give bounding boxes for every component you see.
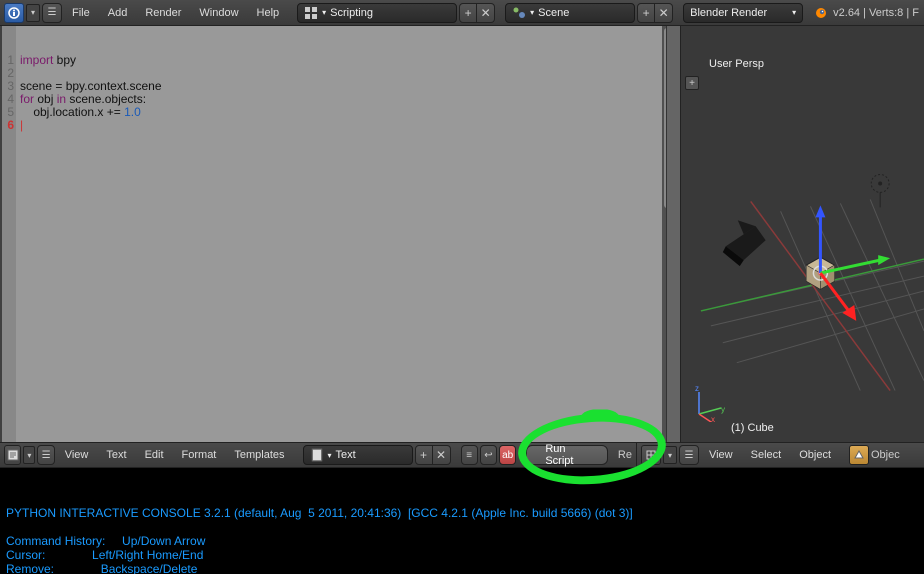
run-script-button[interactable]: Run Script — [526, 445, 608, 465]
text-remove-button[interactable]: ✕ — [433, 445, 451, 465]
register-label: Re — [618, 449, 632, 461]
text-datablock-selector[interactable]: ▾ Text — [303, 445, 413, 465]
viewport-menu-select[interactable]: Select — [743, 449, 790, 461]
layout-remove-button[interactable]: ✕ — [477, 3, 495, 23]
layout-icon — [304, 6, 318, 20]
text-collapse-menus-icon[interactable]: ☰ — [37, 445, 54, 465]
layout-add-remove: + ✕ — [459, 3, 495, 23]
render-engine-selector[interactable]: Blender Render ▾ — [683, 3, 803, 23]
scene-selector[interactable]: ▾ Scene — [505, 3, 635, 23]
console-help-0: Command History: Up/Down Arrow — [6, 534, 205, 548]
scene-remove-button[interactable]: ✕ — [655, 3, 673, 23]
camera-icon — [723, 220, 766, 266]
mode-icon[interactable] — [849, 445, 869, 465]
lamp-icon — [871, 174, 889, 207]
text-menu-templates[interactable]: Templates — [226, 449, 292, 461]
editor-type-text-icon[interactable] — [4, 445, 21, 465]
text-minimap — [666, 26, 680, 442]
middle-area: 1 2 3 4 5 6 import bpy scene = bpy.conte… — [0, 26, 924, 442]
viewport-3d[interactable]: User Persp + — [680, 26, 924, 442]
axis-widget-icon: z y x — [691, 382, 731, 422]
text-menu-view[interactable]: View — [57, 449, 97, 461]
menu-render[interactable]: Render — [137, 7, 189, 19]
text-menu-edit[interactable]: Edit — [137, 449, 172, 461]
python-console[interactable]: PYTHON INTERACTIVE CONSOLE 3.2.1 (defaul… — [0, 468, 924, 574]
menu-add[interactable]: Add — [100, 7, 136, 19]
viewport-menu-view[interactable]: View — [701, 449, 741, 461]
svg-text:x: x — [711, 415, 715, 422]
cube-object[interactable] — [806, 205, 890, 321]
menu-help[interactable]: Help — [249, 7, 288, 19]
text-add-button[interactable]: + — [415, 445, 433, 465]
menu-window[interactable]: Window — [191, 7, 246, 19]
mode-label: Objec — [871, 449, 900, 461]
blender-logo-icon — [813, 6, 827, 20]
text-menu-text[interactable]: Text — [98, 449, 134, 461]
text-editor-type-dropdown-icon[interactable]: ▾ — [23, 446, 35, 464]
viewport-type-dropdown-icon[interactable]: ▾ — [663, 446, 677, 464]
viewport-menu-object[interactable]: Object — [791, 449, 839, 461]
svg-text:y: y — [721, 405, 725, 414]
svg-text:z: z — [695, 384, 699, 393]
menu-file[interactable]: File — [64, 7, 98, 19]
text-editor-header: ▾ ☰ View Text Edit Format Templates ▾ Te… — [0, 442, 636, 468]
scene-label: Scene — [538, 7, 569, 19]
viewport-collapse-menus-icon[interactable]: ☰ — [679, 445, 699, 465]
editor-type-info-icon[interactable] — [4, 3, 24, 23]
scene-add-button[interactable]: + — [637, 3, 655, 23]
word-wrap-toggle-icon[interactable]: ↩ — [480, 445, 497, 465]
viewport-header: ▾ ☰ View Select Object Objec — [636, 442, 924, 468]
text-editor-canvas[interactable]: 1 2 3 4 5 6 import bpy scene = bpy.conte… — [2, 26, 678, 442]
line-numbers-toggle-icon[interactable]: ≡ — [461, 445, 478, 465]
scene-icon — [512, 6, 526, 20]
scene-add-remove: + ✕ — [637, 3, 673, 23]
code-content[interactable]: import bpy scene = bpy.context.scenefor … — [16, 26, 662, 442]
text-datablock-name: Text — [336, 449, 356, 461]
viewport-footer-text: (1) Cube — [731, 422, 774, 434]
text-menu-format[interactable]: Format — [174, 449, 225, 461]
syntax-highlight-toggle-icon[interactable]: ab — [499, 445, 516, 465]
text-editor-area: 1 2 3 4 5 6 import bpy scene = bpy.conte… — [0, 26, 680, 442]
console-help-1: Cursor: Left/Right Home/End — [6, 548, 203, 562]
render-engine-label: Blender Render — [690, 7, 767, 19]
editors-footer-row: ▾ ☰ View Text Edit Format Templates ▾ Te… — [0, 442, 924, 468]
editor-type-dropdown-icon[interactable]: ▾ — [26, 4, 40, 22]
line-number-gutter: 1 2 3 4 5 6 — [2, 26, 16, 442]
version-text: v2.64 | Verts:8 | F — [833, 7, 919, 19]
console-banner: PYTHON INTERACTIVE CONSOLE 3.2.1 (defaul… — [6, 506, 633, 520]
console-help-2: Remove: Backspace/Delete — [6, 562, 197, 574]
text-datablock-icon — [310, 448, 324, 462]
layout-selector[interactable]: ▾ Scripting — [297, 3, 457, 23]
editor-type-3dview-icon[interactable] — [641, 445, 661, 465]
text-add-remove: + ✕ — [415, 445, 451, 465]
layout-label: Scripting — [330, 7, 373, 19]
info-header: ▾ ☰ File Add Render Window Help ▾ Script… — [0, 0, 924, 26]
collapse-menus-icon[interactable]: ☰ — [42, 3, 62, 23]
layout-add-button[interactable]: + — [459, 3, 477, 23]
